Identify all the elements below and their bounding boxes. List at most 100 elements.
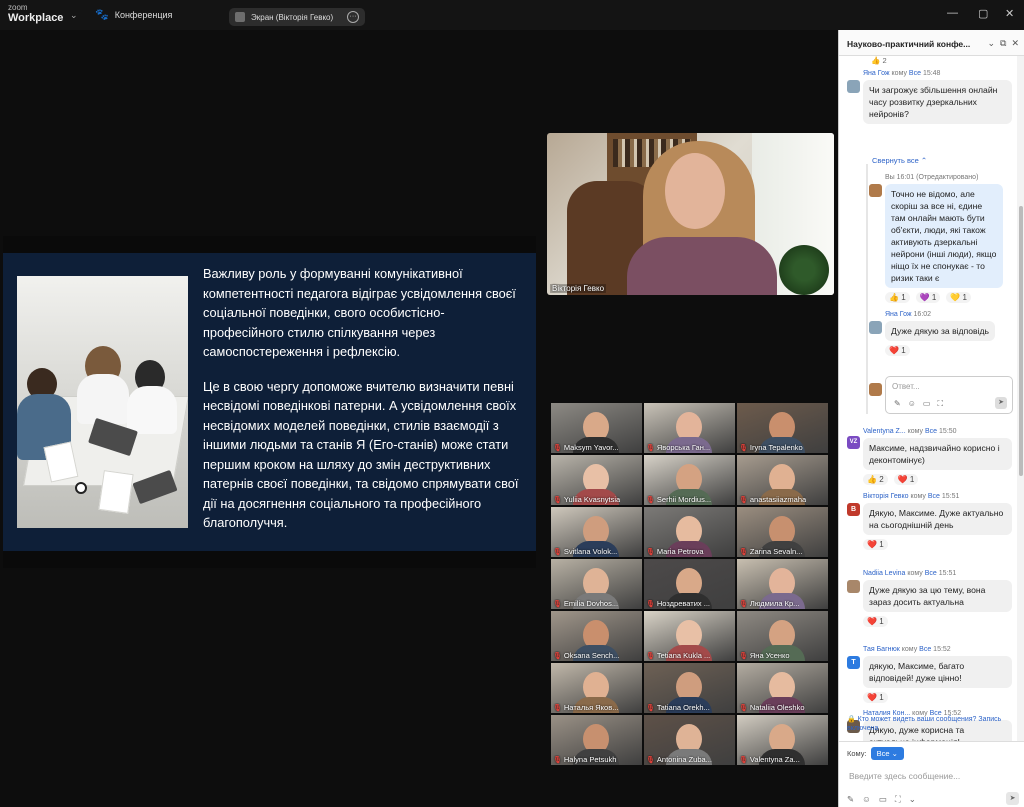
file-icon[interactable]: ▭ (923, 399, 931, 409)
chat-message: Т Тая Багнюк кому Все 15:52 дякую, Макси… (847, 646, 1012, 703)
mic-muted-icon: 🎙 (646, 652, 655, 660)
participant-tile[interactable]: 🎙 Людмила Кр... (737, 559, 828, 609)
close-icon[interactable]: ✕ (1005, 7, 1014, 20)
participant-tile[interactable]: 🎙 Яворська Ган... (644, 403, 735, 453)
screen-share-icon (235, 12, 245, 22)
participant-tile[interactable]: 🎙 Halyna Petsukh (551, 715, 642, 765)
mic-muted-icon: 🎙 (739, 444, 748, 452)
chat-composer: Кому: Все ⌄ Введите здесь сообщение... ✎… (839, 741, 1024, 807)
mic-muted-icon: 🎙 (739, 496, 748, 504)
close-icon[interactable]: ✕ (1011, 38, 1019, 49)
slide-paragraph-2: Це в свою чергу допоможе вчителю визначи… (203, 378, 519, 531)
participant-name: 🎙 Svitlana Volok... (553, 547, 618, 556)
participant-tile[interactable]: 🎙 Emilia Dovhos... (551, 559, 642, 609)
participant-tile[interactable]: 🎙 Nataliia Oleshko (737, 663, 828, 713)
file-icon[interactable]: ▭ (879, 794, 887, 805)
participant-tile[interactable]: 🎙 Oksana Sench... (551, 611, 642, 661)
screenshot-icon[interactable]: ⛶ (895, 794, 901, 805)
chat-message: Яна Гож 16:02 Дуже дякую за відповідь ❤️… (869, 311, 1014, 356)
slide-photo (17, 276, 188, 528)
mic-muted-icon: 🎙 (553, 548, 562, 556)
slide-paragraph-1: Важливу роль у формуванні комунікативної… (203, 266, 516, 359)
participant-name: 🎙 Yuliia Kvasnytsia (553, 495, 621, 504)
reply-input[interactable]: Ответ... ✎ ☺ ▭ ⛶ ➤ (885, 376, 1013, 414)
participant-tile[interactable]: 🎙 Яна Усенко (737, 611, 828, 661)
mic-muted-icon: 🎙 (646, 496, 655, 504)
participant-name: 🎙 Яворська Ган... (646, 443, 711, 452)
participant-name: 🎙 Наталья Яков... (553, 703, 619, 712)
mic-muted-icon: 🎙 (739, 756, 748, 764)
participant-tile[interactable]: 🎙 Yuliia Kvasnytsia (551, 455, 642, 505)
participant-name: 🎙 Serhii Mordius... (646, 495, 712, 504)
title-bar: zoom Workplace ⌄ 🐾 Конференция Экран (Ві… (0, 0, 1024, 30)
mic-muted-icon: 🎙 (739, 548, 748, 556)
mic-muted-icon: 🎙 (739, 600, 748, 608)
mic-muted-icon: 🎙 (553, 756, 562, 764)
chevron-down-icon[interactable]: ⌄ (987, 38, 995, 49)
participant-tile[interactable]: 🎙 Iryna Tepalenko (737, 403, 828, 453)
participant-tile[interactable]: 🎙 Tatiana Orekh... (644, 663, 735, 713)
send-icon[interactable]: ➤ (1006, 792, 1019, 805)
emoji-icon[interactable]: ☺ (908, 399, 916, 409)
participant-name: 🎙 Яна Усенко (739, 651, 790, 660)
participant-tile[interactable]: 🎙 Ноздреватих ... (644, 559, 735, 609)
participant-tile[interactable]: 🎙 Svitlana Volok... (551, 507, 642, 557)
mic-muted-icon: 🎙 (646, 600, 655, 608)
participant-tile[interactable]: 🎙 Наталья Яков... (551, 663, 642, 713)
screen-share-indicator[interactable]: Экран (Вікторія Гевко) ··· (229, 8, 365, 26)
participant-tile[interactable]: 🎙 Serhii Mordius... (644, 455, 735, 505)
collapse-thread-link[interactable]: Свернуть все ⌃ (872, 156, 927, 165)
participant-name: 🎙 Maksym Yavor... (553, 443, 619, 452)
participant-tile[interactable]: 🎙 Antonina Zuba... (644, 715, 735, 765)
avatar (847, 580, 860, 593)
mic-muted-icon: 🎙 (646, 444, 655, 452)
participant-name: 🎙 Emilia Dovhos... (553, 599, 619, 608)
conference-menu[interactable]: 🐾 Конференция (95, 8, 172, 21)
zoom-logo: zoom Workplace (8, 3, 64, 24)
info-icon: 🔒 (847, 716, 856, 723)
pop-out-icon[interactable]: ⧉ (1000, 38, 1006, 49)
recipient-select[interactable]: Все ⌄ (870, 747, 904, 760)
participant-name: 🎙 Nataliia Oleshko (739, 703, 805, 712)
mic-muted-icon: 🎙 (553, 600, 562, 608)
chat-messages[interactable]: 👍 2 Яна Гож кому Все 15:48 Чи загрожує з… (839, 56, 1017, 741)
mic-muted-icon: 🎙 (553, 496, 562, 504)
avatar (869, 184, 882, 197)
participant-name: 🎙 Zarina Sevaln... (739, 547, 803, 556)
reactions[interactable]: 👍 1 💜 1 💛 1 (885, 292, 1014, 303)
emoji-icon[interactable]: ☺ (862, 794, 871, 805)
participant-name: 🎙 anastasiiazmaha (739, 495, 807, 504)
chat-title: Науково-практичний конфе... (847, 39, 971, 49)
participant-name: 🎙 Tetiana Kukla ... (646, 651, 711, 660)
paw-icon: 🐾 (95, 9, 109, 21)
mic-muted-icon: 🎙 (553, 652, 562, 660)
format-icon[interactable]: ✎ (847, 794, 854, 805)
participant-name: 🎙 Halyna Petsukh (553, 755, 617, 764)
participant-name: 🎙 Oksana Sench... (553, 651, 620, 660)
chat-message: VZ Valentyna Z... кому Все 15:50 Максиме… (847, 428, 1012, 485)
participant-tile[interactable]: 🎙 Tetiana Kukla ... (644, 611, 735, 661)
mic-muted-icon: 🎙 (646, 756, 655, 764)
participant-tile[interactable]: 🎙 Maria Petrova (644, 507, 735, 557)
chevron-down-icon[interactable]: ⌄ (70, 10, 78, 21)
format-icon[interactable]: ✎ (894, 399, 901, 409)
minimize-icon[interactable]: — (947, 7, 958, 19)
maximize-icon[interactable]: ▢ (978, 7, 988, 20)
more-icon[interactable]: ··· (347, 11, 359, 23)
participant-tile[interactable]: 🎙 anastasiiazmaha (737, 455, 828, 505)
participant-tile[interactable]: 🎙 Maksym Yavor... (551, 403, 642, 453)
chat-input[interactable]: Введите здесь сообщение... (849, 771, 960, 781)
chat-message: В Вікторія Гевко кому Все 15:51 Дякую, М… (847, 493, 1012, 550)
chevron-down-icon[interactable]: ⌄ (909, 794, 916, 805)
screenshot-icon[interactable]: ⛶ (937, 399, 943, 409)
participant-name: 🎙 Valentyna Za... (739, 755, 800, 764)
chat-header: Науково-практичний конфе... ⌄ ⧉ ✕ (839, 30, 1024, 56)
participant-tile[interactable]: 🎙 Zarina Sevaln... (737, 507, 828, 557)
speaker-video[interactable]: Вікторія Гевко (547, 133, 834, 295)
mic-muted-icon: 🎙 (646, 548, 655, 556)
chat-scrollbar[interactable] (1017, 56, 1024, 741)
participant-tile[interactable]: 🎙 Valentyna Za... (737, 715, 828, 765)
send-icon[interactable]: ➤ (995, 397, 1007, 409)
chat-message-mine: Вы 16:01 (Отредактировано) Точно не відо… (869, 174, 1014, 303)
privacy-notice[interactable]: 🔒 Кто может видеть ваши сообщения? Запис… (847, 715, 1017, 733)
